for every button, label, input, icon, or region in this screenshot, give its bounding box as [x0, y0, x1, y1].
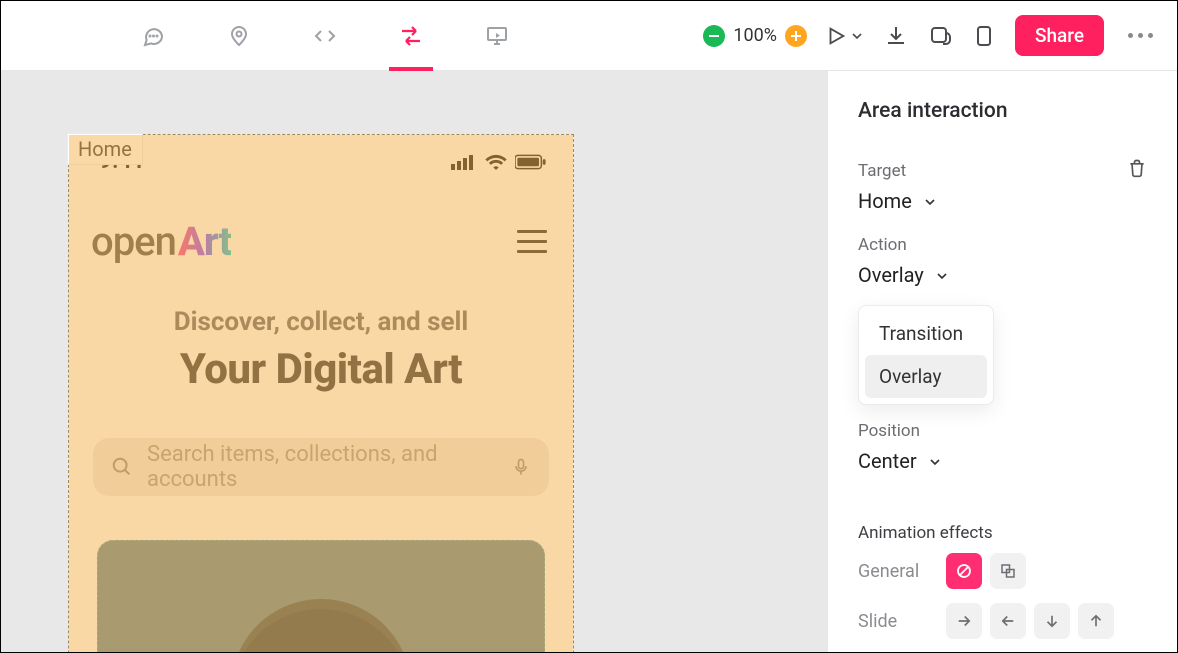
logo-text-art: Art [178, 218, 232, 265]
action-select[interactable]: Overlay [858, 263, 1147, 287]
zoom-in-button[interactable] [785, 25, 807, 47]
action-label: Action [858, 235, 1147, 255]
present-icon[interactable] [473, 12, 521, 60]
chevron-down-icon [849, 28, 865, 44]
pin-icon[interactable] [215, 12, 263, 60]
position-value: Center [858, 449, 917, 473]
play-icon [825, 25, 847, 47]
search-bar[interactable]: Search items, collections, and accounts [93, 438, 549, 496]
download-icon[interactable] [883, 23, 909, 49]
slide-left[interactable] [990, 603, 1026, 639]
chevron-down-icon [927, 454, 943, 470]
play-cluster[interactable] [825, 25, 865, 47]
top-toolbar: 100% Share [1, 1, 1177, 71]
slide-label: Slide [858, 611, 938, 632]
status-bar: 9:41 [69, 135, 573, 180]
body: Home 9:41 openA [1, 71, 1177, 652]
canvas-area[interactable]: Home 9:41 openA [1, 71, 827, 652]
search-icon [111, 456, 133, 478]
more-menu[interactable] [1122, 33, 1159, 38]
share-button[interactable]: Share [1015, 15, 1104, 56]
code-icon[interactable] [301, 12, 349, 60]
zoom-out-button[interactable] [703, 25, 725, 47]
logo-row: openArt [69, 180, 573, 283]
zoom-level[interactable]: 100% [733, 25, 777, 46]
frame-label[interactable]: Home [67, 133, 143, 165]
comments-icon[interactable] [129, 12, 177, 60]
effect-none[interactable] [946, 553, 982, 589]
properties-panel: Area interaction Target Home Action Over… [827, 71, 1177, 652]
toolbar-right: 100% Share [703, 15, 1159, 56]
zoom-cluster: 100% [703, 25, 807, 47]
effect-dissolve[interactable] [990, 553, 1026, 589]
action-option-transition[interactable]: Transition [865, 312, 987, 355]
headline: Your Digital Art [69, 345, 573, 394]
action-dropdown: Transition Overlay [858, 305, 994, 405]
target-value: Home [858, 189, 912, 213]
signal-icon [451, 154, 477, 170]
interaction-icon[interactable] [387, 12, 435, 60]
slide-right[interactable] [946, 603, 982, 639]
slide-effects-row: Slide [858, 603, 1147, 639]
mic-icon[interactable] [511, 456, 531, 478]
toolbar-left [19, 12, 521, 60]
slide-down[interactable] [1034, 603, 1070, 639]
position-select[interactable]: Center [858, 449, 1147, 473]
logo-text-open: open [91, 218, 176, 265]
history-icon[interactable] [927, 23, 953, 49]
frame-home[interactable]: 9:41 openArt [68, 134, 574, 652]
general-effects-row: General [858, 553, 1147, 589]
frame-wrap: Home 9:41 openA [68, 134, 574, 652]
battery-icon [515, 154, 547, 170]
effects-label: Animation effects [858, 523, 1147, 543]
wifi-icon [485, 154, 507, 170]
target-label: Target [858, 161, 906, 181]
frame-content: 9:41 openArt [69, 135, 573, 652]
hero-image [97, 540, 545, 652]
position-label: Position [858, 421, 1147, 441]
chevron-down-icon [934, 268, 950, 284]
action-option-overlay[interactable]: Overlay [865, 355, 987, 398]
delete-target-button[interactable] [1127, 158, 1147, 178]
tagline: Discover, collect, and sell [69, 307, 573, 337]
panel-title: Area interaction [858, 99, 1147, 123]
slide-up[interactable] [1078, 603, 1114, 639]
chevron-down-icon [922, 194, 938, 210]
search-placeholder: Search items, collections, and accounts [147, 442, 497, 492]
action-value: Overlay [858, 263, 924, 287]
target-select[interactable]: Home [858, 189, 1147, 213]
menu-icon[interactable] [517, 230, 547, 253]
general-label: General [858, 561, 938, 582]
device-icon[interactable] [971, 23, 997, 49]
logo: openArt [91, 218, 231, 265]
